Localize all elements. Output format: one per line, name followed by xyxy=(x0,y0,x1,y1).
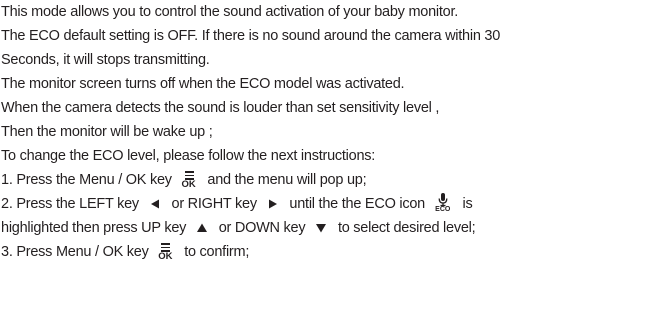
step-3: 3. Press Menu / OK key OK to confirm; xyxy=(1,240,249,264)
step-2-text-g: to select desired level; xyxy=(337,220,476,236)
down-arrow-icon xyxy=(315,222,327,234)
step-2-text-d: is xyxy=(462,196,473,212)
step-2: 2. Press the LEFT key or RIGHT key until… xyxy=(1,192,473,216)
ok-label-confirm: OK xyxy=(158,251,173,263)
step-2-text-e: highlighted then press UP key xyxy=(1,220,187,236)
step-3-text: 3. Press Menu / OK key xyxy=(1,244,149,260)
step-1: 1. Press the Menu / OK key OK and the me… xyxy=(1,168,367,192)
default-setting-line: The ECO default setting is OFF. If there… xyxy=(1,28,501,44)
left-arrow-icon xyxy=(149,198,161,210)
transmit-line: Seconds, it will stops transmitting. xyxy=(1,52,210,68)
intro-line: This mode allows you to control the soun… xyxy=(1,4,459,20)
step-2-text-c: until the the ECO icon xyxy=(289,196,425,212)
step-3-text-end: to confirm; xyxy=(184,244,250,260)
step-1-text-end: and the menu will pop up; xyxy=(207,172,367,188)
eco-microphone-icon: ECO xyxy=(433,193,453,215)
right-arrow-icon xyxy=(267,198,279,210)
ok-label: OK xyxy=(181,179,196,191)
menu-ok-icon: OK xyxy=(180,169,198,191)
instruction-document: This mode allows you to control the soun… xyxy=(0,0,662,320)
instructions-heading: To change the ECO level, please follow t… xyxy=(1,148,376,164)
menu-ok-icon-confirm: OK xyxy=(156,241,174,263)
step-2-text-b: or RIGHT key xyxy=(171,196,258,212)
step-2-text-f: or DOWN key xyxy=(218,220,306,236)
step-2-continued: highlighted then press UP key or DOWN ke… xyxy=(1,216,476,240)
wake-up-line: Then the monitor will be wake up ; xyxy=(1,124,213,140)
sensitivity-line: When the camera detects the sound is lou… xyxy=(1,100,440,116)
step-2-text-a: 2. Press the LEFT key xyxy=(1,196,139,212)
up-arrow-icon xyxy=(196,222,208,234)
step-1-text: 1. Press the Menu / OK key xyxy=(1,172,172,188)
eco-label: ECO xyxy=(435,206,451,214)
screen-off-line: The monitor screen turns off when the EC… xyxy=(1,76,405,92)
